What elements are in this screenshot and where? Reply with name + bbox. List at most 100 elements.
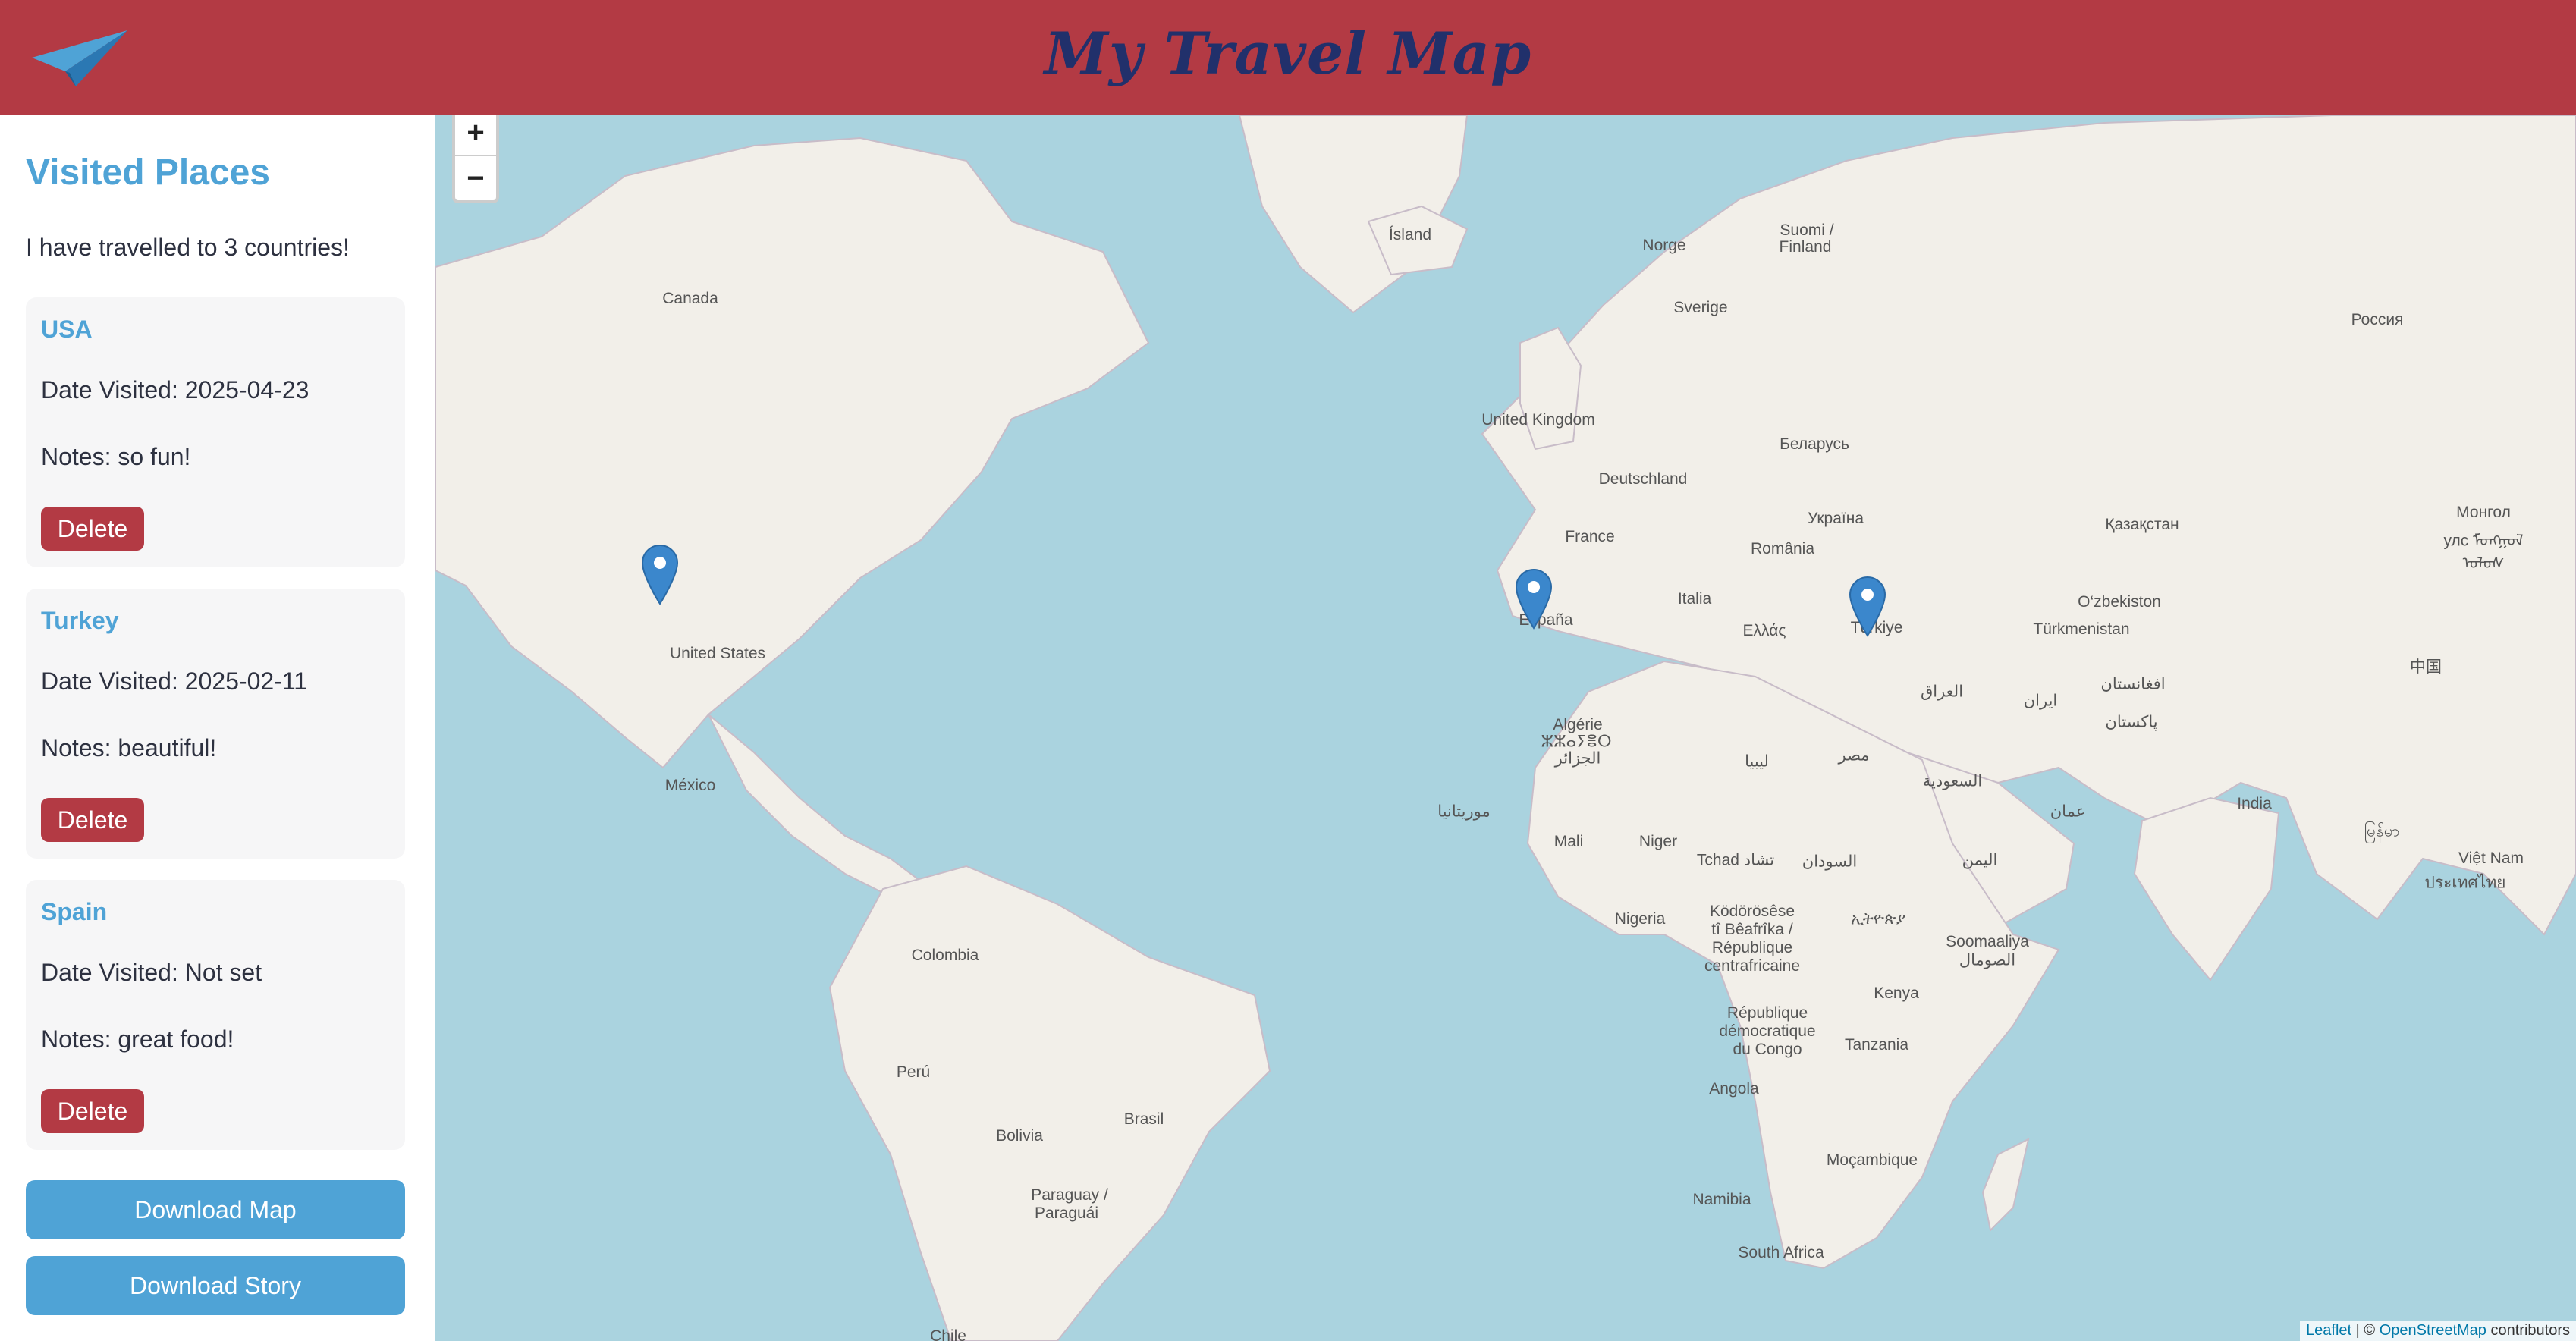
map-label: République xyxy=(1726,1004,1808,1022)
place-card-spain: Spain Date Visited: Not set Notes: great… xyxy=(26,880,405,1150)
map-label: ᠤᠯᠤᠰ xyxy=(2462,554,2505,573)
zoom-out-button[interactable]: − xyxy=(455,156,496,200)
openstreetmap-link[interactable]: OpenStreetMap xyxy=(2380,1322,2486,1339)
map-label: Tanzania xyxy=(1844,1036,1909,1054)
map-marker-spain[interactable] xyxy=(1515,569,1553,630)
map-label: Tchad تشاد xyxy=(1696,851,1775,869)
place-notes: Notes: so fun! xyxy=(41,443,191,470)
place-card-turkey: Turkey Date Visited: 2025-02-11 Notes: b… xyxy=(26,589,405,859)
place-card-usa: USA Date Visited: 2025-04-23 Notes: so f… xyxy=(26,297,405,567)
map-label: Монгол xyxy=(2456,504,2511,521)
map-label: South Africa xyxy=(1738,1244,1824,1261)
map-marker-usa[interactable] xyxy=(641,545,679,605)
map-label: du Congo xyxy=(1733,1041,1802,1058)
map-label: Deutschland xyxy=(1598,470,1688,488)
map-label: العراق xyxy=(1920,683,1964,701)
place-notes: Notes: great food! xyxy=(41,1025,234,1053)
map-label: O‘zbekiston xyxy=(2078,593,2161,611)
map-label: România xyxy=(1750,540,1815,557)
map-label: Finland xyxy=(1779,238,1832,256)
map-label: Chile xyxy=(930,1327,966,1341)
place-notes: Notes: beautiful! xyxy=(41,734,217,762)
map-label: Paraguay / xyxy=(1031,1186,1108,1204)
map-label: Беларусь xyxy=(1780,435,1849,453)
map-label: Namibia xyxy=(1692,1191,1751,1208)
map-label: Việt Nam xyxy=(2458,850,2524,867)
map-label: افغانستان xyxy=(2100,675,2166,693)
delete-button[interactable]: Delete xyxy=(41,507,144,551)
map-label: India xyxy=(2237,795,2272,812)
map-label: Soomaaliya xyxy=(1946,933,2029,950)
map-label: Angola xyxy=(1709,1080,1759,1098)
map-label: Paraguái xyxy=(1034,1204,1099,1222)
map-label: Perú xyxy=(896,1063,931,1081)
world-map[interactable]: + − Ísland Norge Suomi / Finland Sverige… xyxy=(435,115,2576,1341)
map-label: موريتانيا xyxy=(1437,802,1491,821)
map-label: پاکستان xyxy=(2105,713,2158,731)
map-label: démocratique xyxy=(1719,1022,1816,1040)
map-label: Canada xyxy=(662,290,718,307)
map-label: centrafricaine xyxy=(1704,957,1801,975)
map-label: Россия xyxy=(2351,311,2404,328)
map-label: الصومال xyxy=(1959,951,2016,969)
map-label: Ísland xyxy=(1388,226,1432,243)
map-label: Algérie xyxy=(1553,716,1603,733)
zoom-control: + − xyxy=(452,115,499,203)
map-label: Brasil xyxy=(1123,1110,1164,1128)
zoom-in-button[interactable]: + xyxy=(455,115,496,156)
map-label: 中国 xyxy=(2410,658,2442,676)
map-label: République xyxy=(1711,939,1793,956)
map-label: Bolivia xyxy=(996,1127,1043,1145)
map-label: Moçambique xyxy=(1826,1151,1918,1169)
map-label: Україна xyxy=(1807,510,1864,527)
map-label: عمان xyxy=(2050,802,2086,821)
map-label: Kenya xyxy=(1874,985,1919,1002)
map-label: Türkmenistan xyxy=(2033,620,2130,638)
map-label: Italia xyxy=(1677,590,1712,608)
attribution-separator: | © xyxy=(2351,1322,2380,1339)
sidebar: Visited Places I have travelled to 3 cou… xyxy=(0,115,435,1341)
map-label: مصر xyxy=(1838,746,1870,765)
map-label: ليبيا xyxy=(1745,752,1769,771)
map-label: မြန်မာ xyxy=(2364,822,2400,840)
country-count-summary: I have travelled to 3 countries! xyxy=(26,234,350,261)
map-attribution: Leaflet | © OpenStreetMap contributors xyxy=(2300,1321,2576,1341)
map-label: السودان xyxy=(1802,853,1858,871)
map-label: Mali xyxy=(1553,833,1584,850)
attribution-suffix: contributors xyxy=(2486,1322,2570,1339)
map-label: France xyxy=(1565,528,1615,545)
place-name: USA xyxy=(41,316,93,343)
place-name: Turkey xyxy=(41,607,119,634)
map-label: ایران xyxy=(2023,692,2058,710)
leaflet-link[interactable]: Leaflet xyxy=(2306,1322,2351,1339)
map-label: Suomi / xyxy=(1780,221,1834,239)
map-label: Colombia xyxy=(911,947,979,964)
place-date: Date Visited: Not set xyxy=(41,959,262,986)
map-label: ኢትዮጵያ xyxy=(1850,910,1906,928)
app-header: My Travel Map xyxy=(0,0,2576,115)
map-label: United States xyxy=(669,645,766,662)
map-label: اليمن xyxy=(1962,851,1998,869)
download-story-button[interactable]: Download Story xyxy=(26,1256,405,1315)
place-name: Spain xyxy=(41,898,108,925)
map-base-layer xyxy=(435,115,2576,1341)
map-label: United Kingdom xyxy=(1481,411,1595,429)
map-label: tî Bêafrîka / xyxy=(1711,921,1793,938)
place-date: Date Visited: 2025-02-11 xyxy=(41,667,308,695)
map-label: Қазақстан xyxy=(2105,516,2179,533)
map-label: Sverige xyxy=(1673,299,1728,316)
place-date: Date Visited: 2025-04-23 xyxy=(41,376,309,404)
app-title: My Travel Map xyxy=(1044,19,1532,87)
map-label: الجزائر xyxy=(1554,749,1601,768)
map-marker-turkey[interactable] xyxy=(1849,576,1886,637)
delete-button[interactable]: Delete xyxy=(41,1089,144,1133)
map-label: México xyxy=(664,777,716,794)
map-label: Nigeria xyxy=(1614,910,1666,928)
map-label: Ködörösêse xyxy=(1709,903,1795,920)
map-label: Norge xyxy=(1642,237,1686,254)
sidebar-title: Visited Places xyxy=(26,152,270,193)
delete-button[interactable]: Delete xyxy=(41,798,144,842)
map-label: ประเทศไทย xyxy=(2424,874,2506,892)
map-label: السعودية xyxy=(1922,772,1983,790)
download-map-button[interactable]: Download Map xyxy=(26,1180,405,1239)
